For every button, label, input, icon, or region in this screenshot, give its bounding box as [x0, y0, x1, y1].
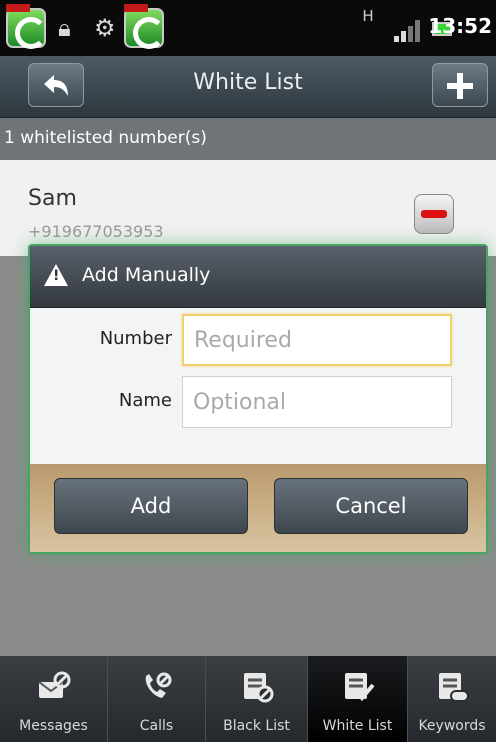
black-list-icon	[243, 673, 273, 703]
tab-white-list[interactable]: White List	[308, 656, 408, 742]
contact-name: Sam	[28, 186, 77, 211]
tab-messages[interactable]: Messages	[0, 656, 108, 742]
comodo-app-icon-2	[124, 4, 165, 49]
tab-label: White List	[322, 718, 393, 734]
name-input[interactable]	[182, 376, 452, 428]
title-bar: White List	[0, 56, 496, 118]
warning-icon	[44, 264, 68, 286]
dialog-title: Add Manually	[82, 264, 211, 286]
cancel-button[interactable]: Cancel	[274, 478, 468, 534]
tab-label: Calls	[139, 718, 174, 734]
remove-contact-button[interactable]	[414, 194, 454, 234]
dialog-body: Number Name	[30, 308, 486, 464]
add-manually-dialog: Add Manually Number Name Add Cancel	[28, 244, 488, 554]
tab-label: Black List	[223, 718, 290, 734]
settings-chip-icon: ⚙	[94, 14, 116, 42]
keywords-icon	[439, 673, 469, 702]
page-title: White List	[193, 70, 303, 95]
add-button[interactable]	[432, 63, 488, 107]
tab-black-list[interactable]: Black List	[206, 656, 308, 742]
tab-calls[interactable]: Calls	[108, 656, 206, 742]
number-input[interactable]	[182, 314, 452, 366]
dialog-footer: Add Cancel	[30, 464, 486, 552]
bottom-tab-bar: Messages Calls Black List White List Key…	[0, 656, 496, 742]
add-button-dialog[interactable]: Add	[54, 478, 248, 534]
messages-icon	[37, 671, 70, 698]
plus-icon	[447, 73, 473, 99]
lock-icon: 🔒︎	[58, 14, 71, 42]
tab-label: Messages	[19, 718, 88, 734]
number-label: Number	[99, 328, 172, 349]
comodo-app-icon	[6, 4, 47, 49]
status-bar: 🔒︎ ⚙ H 13:52	[0, 0, 496, 56]
network-type-indicator: H	[362, 7, 374, 25]
white-list-icon	[344, 673, 375, 702]
calls-icon	[145, 672, 171, 698]
tab-keywords[interactable]: Keywords	[408, 656, 496, 742]
signal-icon	[394, 18, 424, 42]
contact-number: +919677053953	[28, 222, 164, 241]
tab-label: Keywords	[418, 718, 486, 734]
status-clock: 13:52	[428, 14, 492, 38]
name-label: Name	[118, 390, 172, 411]
whitelist-count: 1 whitelisted number(s)	[4, 128, 207, 148]
whitelist-count-bar: 1 whitelisted number(s)	[0, 118, 496, 160]
dialog-header: Add Manually	[30, 246, 486, 308]
